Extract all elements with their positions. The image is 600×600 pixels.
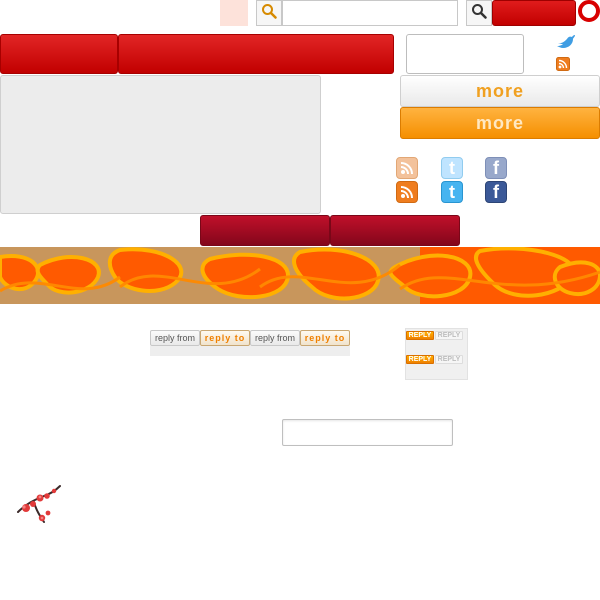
reply-badge-active[interactable]: REPLY <box>406 355 434 364</box>
search-icon <box>471 3 487 24</box>
reply-badge-label: REPLY <box>408 356 432 363</box>
facebook-icon[interactable]: f <box>485 157 507 179</box>
reply-from-button[interactable]: reply from <box>250 330 300 346</box>
search-button-2[interactable] <box>466 0 492 26</box>
plum-blossom-icon <box>14 482 62 526</box>
reply-badge-label: REPLY <box>437 332 461 339</box>
more-button-primary[interactable]: more <box>400 75 600 107</box>
top-right-red-badge <box>578 0 600 22</box>
rss-icon[interactable] <box>396 157 418 179</box>
reply-badge-label: REPLY <box>408 332 432 339</box>
twitter-icon[interactable]: t <box>441 181 463 203</box>
reply-to-label: reply to <box>204 333 246 343</box>
right-box[interactable] <box>406 34 524 74</box>
reply-badge-inactive[interactable]: REPLY <box>435 355 463 364</box>
red-tab-left[interactable] <box>0 34 118 74</box>
maroon-button-right[interactable] <box>330 215 460 246</box>
maroon-button-left[interactable] <box>200 215 330 246</box>
content-panel <box>0 75 321 214</box>
top-red-button[interactable] <box>492 0 576 26</box>
red-tab-right[interactable] <box>118 34 394 74</box>
more-button-label: more <box>475 112 524 133</box>
reply-to-button[interactable]: reply to <box>200 330 250 346</box>
more-button-label: more <box>475 80 524 101</box>
reply-badge-inactive[interactable]: REPLY <box>435 331 463 340</box>
reply-shadow-right <box>250 346 350 356</box>
reply-from-label: reply from <box>154 333 195 343</box>
reply-badge-active[interactable]: REPLY <box>406 331 434 340</box>
search-button-1[interactable] <box>256 0 282 26</box>
reply-from-button[interactable]: reply from <box>150 330 200 346</box>
comment-input[interactable] <box>282 419 453 446</box>
search-icon <box>261 3 277 24</box>
floral-banner <box>0 247 600 304</box>
twitter-icon[interactable]: t <box>441 157 463 179</box>
search-input[interactable] <box>282 0 458 26</box>
rss-icon[interactable] <box>556 57 570 71</box>
reply-badge-label: REPLY <box>437 356 461 363</box>
reply-to-label: reply to <box>304 333 346 343</box>
reply-to-button[interactable]: reply to <box>300 330 350 346</box>
reply-shadow-left <box>150 346 250 356</box>
reply-from-label: reply from <box>254 333 295 343</box>
more-button-orange[interactable]: more <box>400 107 600 139</box>
rss-icon[interactable] <box>396 181 418 203</box>
twitter-bird-icon[interactable] <box>556 34 576 50</box>
facebook-icon[interactable]: f <box>485 181 507 203</box>
top-search-accent <box>220 0 248 26</box>
